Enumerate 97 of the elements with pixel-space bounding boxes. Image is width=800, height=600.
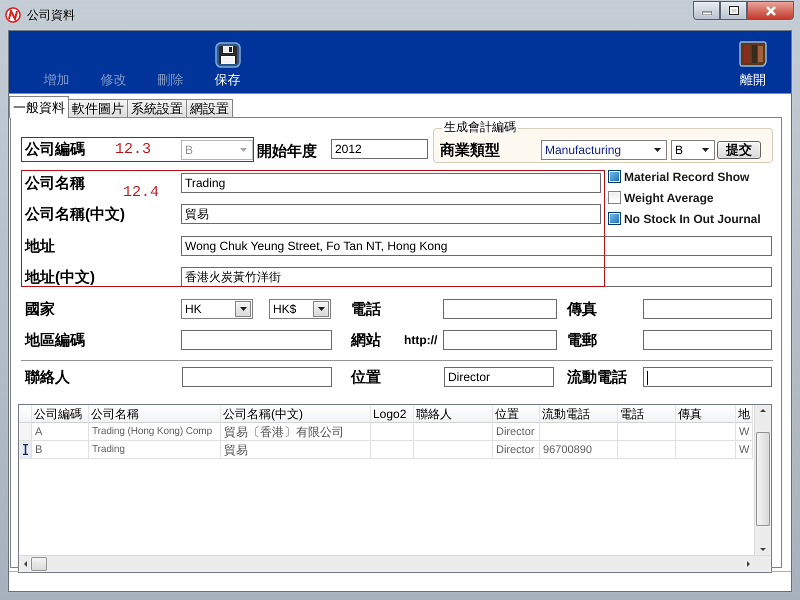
checkbox-label: Weight Average	[624, 190, 714, 204]
input-field[interactable]: 貿易	[181, 204, 601, 224]
annotation-number: 12.3	[115, 141, 152, 158]
table-cell: A	[32, 423, 89, 441]
dropdown-arrow-icon	[318, 307, 324, 311]
input-field[interactable]: 香港火炭黃竹洋街	[181, 267, 772, 287]
checkbox-label: No Stock In Out Journal	[624, 212, 761, 226]
logo-icon	[5, 7, 21, 23]
annotation-number: 12.4	[123, 184, 160, 201]
column-header[interactable]: 位置	[493, 405, 540, 423]
dropdown-arrow-icon	[240, 307, 246, 311]
field-label: 國家	[25, 300, 55, 318]
toolbar-button[interactable]: 保存	[199, 31, 256, 93]
table-cell: W	[736, 441, 753, 459]
dropdown-arrow-icon	[240, 148, 247, 152]
horizontal-scrollbar[interactable]	[19, 555, 771, 572]
window-title: 公司資料	[27, 6, 75, 24]
tab[interactable]: 網設置	[186, 99, 233, 117]
table-cell: Director	[493, 423, 540, 441]
input-field[interactable]: Trading	[181, 173, 601, 193]
input-field[interactable]: 2012	[331, 139, 428, 159]
row-header	[19, 405, 32, 423]
field-label: 聯絡人	[25, 368, 70, 386]
checkbox[interactable]	[608, 170, 621, 183]
dropdown-arrow-icon	[654, 148, 661, 152]
tab[interactable]: 系統設置	[127, 99, 187, 117]
column-header[interactable]: 流動電話	[540, 405, 618, 423]
table-cell: Director	[493, 441, 540, 459]
field-label: 電郵	[567, 330, 597, 350]
table-cell	[371, 441, 414, 459]
input-field[interactable]	[443, 299, 557, 319]
table-cell: 貿易〔香港〕有限公司	[221, 423, 371, 441]
field-label: 地址(中文)	[25, 268, 95, 286]
vertical-scrollbar[interactable]	[754, 405, 771, 555]
column-header[interactable]: Logo2	[371, 405, 414, 423]
input-field[interactable]	[182, 367, 332, 387]
row-header[interactable]	[19, 441, 32, 459]
checkbox[interactable]	[608, 191, 621, 204]
table-cell: W	[736, 423, 753, 441]
table-cell	[676, 441, 736, 459]
field-label: 公司編碼	[25, 140, 85, 159]
submit-button[interactable]: 提交	[717, 141, 761, 159]
close-icon	[764, 6, 776, 16]
dropdown[interactable]: Manufacturing	[541, 140, 667, 160]
dropdown[interactable]: HK$	[269, 299, 331, 319]
field-label: 地區編碼	[25, 330, 85, 350]
input-field[interactable]	[443, 330, 557, 350]
column-header[interactable]: 公司編碼	[32, 405, 89, 423]
input-field[interactable]	[643, 367, 772, 387]
input-field[interactable]: Director	[444, 367, 554, 387]
field-label: 地址	[25, 236, 55, 256]
checkbox[interactable]	[608, 212, 621, 225]
maximize-button[interactable]	[720, 1, 747, 20]
table-cell	[371, 423, 414, 441]
checkbox-label: Material Record Show	[624, 170, 750, 184]
table-cell: B	[32, 441, 89, 459]
field-label: 位置	[351, 368, 381, 386]
current-row-icon	[22, 444, 28, 455]
field-label: 公司名稱	[25, 174, 85, 192]
field-label: 流動電話	[567, 368, 627, 386]
input-field[interactable]	[181, 330, 332, 350]
table-cell	[618, 441, 676, 459]
table-cell: Trading	[89, 441, 221, 459]
dropdown[interactable]: HK	[181, 299, 253, 319]
table-cell: 貿易	[221, 441, 371, 459]
column-header[interactable]: 聯絡人	[414, 405, 493, 423]
column-header[interactable]: 電話	[618, 405, 676, 423]
table-cell: 96700890	[540, 441, 618, 459]
url-prefix: http://	[404, 333, 438, 347]
tab[interactable]: 一般資料	[9, 96, 69, 118]
minimize-button[interactable]	[693, 1, 720, 20]
tab[interactable]: 軟件圖片	[68, 99, 128, 117]
table-cell: Trading (Hong Kong) Comp	[89, 423, 221, 441]
save-icon	[214, 42, 240, 68]
column-header[interactable]: 傳真	[676, 405, 736, 423]
dropdown[interactable]: B	[671, 140, 715, 160]
field-label: 電話	[351, 300, 381, 318]
column-header[interactable]: 公司名稱(中文)	[221, 405, 371, 423]
field-label: 傳真	[567, 300, 597, 318]
field-label: 公司名稱(中文)	[25, 204, 125, 224]
column-header[interactable]: 公司名稱	[89, 405, 221, 423]
exit-button[interactable]: 離開	[724, 31, 782, 93]
text-cursor	[647, 370, 648, 385]
table-cell	[676, 423, 736, 441]
column-header[interactable]: 地	[736, 405, 753, 423]
input-field[interactable]	[643, 330, 772, 350]
field-label: 網站	[351, 330, 381, 350]
close-button[interactable]	[747, 1, 794, 20]
door-icon	[738, 40, 768, 68]
group-title: 生成會計編碼	[442, 120, 518, 134]
field-label: 開始年度	[257, 142, 317, 161]
field-label: 商業類型	[440, 140, 500, 160]
input-field[interactable]: Wong Chuk Yeung Street, Fo Tan NT, Hong Kong	[181, 236, 772, 256]
table-cell	[618, 423, 676, 441]
maximize-icon	[728, 6, 738, 15]
input-field[interactable]	[643, 299, 772, 319]
dropdown-arrow-icon	[702, 148, 709, 152]
